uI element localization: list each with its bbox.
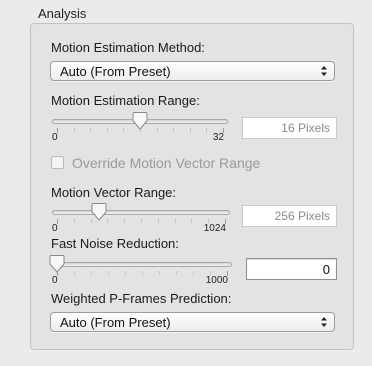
- slider-tick: [107, 219, 109, 223]
- slider-tick: [191, 219, 193, 223]
- weighted-p-frames-prediction-label: Weighted P-Frames Prediction:: [51, 291, 232, 306]
- slider-tick: [73, 128, 75, 132]
- slider-tick: [106, 128, 108, 132]
- slider-thumb[interactable]: [49, 255, 65, 273]
- slider-thumb[interactable]: [91, 203, 107, 221]
- slider-max-label: 32: [212, 132, 224, 143]
- slider-tick: [90, 128, 92, 132]
- slider-tick: [73, 219, 75, 223]
- motion-estimation-method-value: Auto (From Preset): [60, 64, 171, 79]
- up-down-arrows-icon: [321, 66, 327, 76]
- slider-max-label: 1000: [205, 275, 228, 286]
- slider-min-label: 0: [52, 223, 58, 234]
- motion-estimation-range-readout: 16 Pixels: [242, 117, 337, 139]
- motion-estimation-method-label: Motion Estimation Method:: [51, 40, 205, 55]
- slider-tick: [157, 219, 159, 223]
- motion-estimation-method-popup[interactable]: Auto (From Preset): [50, 61, 335, 81]
- motion-vector-range-label: Motion Vector Range:: [51, 185, 177, 200]
- slider-tick: [125, 271, 126, 275]
- motion-estimation-range-slider[interactable]: 0 32: [52, 112, 228, 146]
- motion-estimation-range-label: Motion Estimation Range:: [51, 93, 200, 108]
- slider-tick: [193, 271, 194, 275]
- slider-track: [52, 262, 232, 267]
- fast-noise-reduction-label: Fast Noise Reduction:: [51, 236, 179, 251]
- slider-max-label: 1024: [203, 223, 226, 234]
- override-motion-vector-range-label: Override Motion Vector Range: [72, 155, 261, 171]
- slider-tick: [142, 271, 143, 275]
- override-motion-vector-range-checkbox[interactable]: [51, 156, 64, 169]
- slider-tick: [173, 128, 175, 132]
- slider-min-label: 0: [52, 132, 58, 143]
- weighted-p-frames-prediction-popup[interactable]: Auto (From Preset): [50, 312, 335, 332]
- motion-vector-range-slider[interactable]: 0 1024: [52, 203, 230, 237]
- slider-tick: [123, 128, 125, 132]
- weighted-p-frames-prediction-value: Auto (From Preset): [60, 315, 171, 330]
- slider-tick: [189, 128, 191, 132]
- slider-thumb[interactable]: [132, 112, 148, 130]
- up-down-arrows-icon: [321, 317, 327, 327]
- slider-tick: [174, 219, 176, 223]
- slider-tick: [74, 271, 75, 275]
- motion-vector-range-readout: 256 Pixels: [242, 205, 337, 227]
- slider-track: [52, 210, 230, 215]
- fast-noise-reduction-slider[interactable]: 0 1000: [49, 255, 232, 289]
- group-title: Analysis: [38, 6, 87, 21]
- slider-tick: [156, 128, 158, 132]
- slider-tick: [108, 271, 109, 275]
- slider-tick: [91, 271, 92, 275]
- slider-tick: [176, 271, 177, 275]
- slider-tick: [206, 128, 208, 132]
- slider-min-label: 0: [52, 275, 58, 286]
- fast-noise-reduction-field[interactable]: 0: [246, 258, 337, 280]
- slider-tick: [159, 271, 160, 275]
- slider-tick: [141, 219, 142, 223]
- slider-tick: [124, 219, 126, 223]
